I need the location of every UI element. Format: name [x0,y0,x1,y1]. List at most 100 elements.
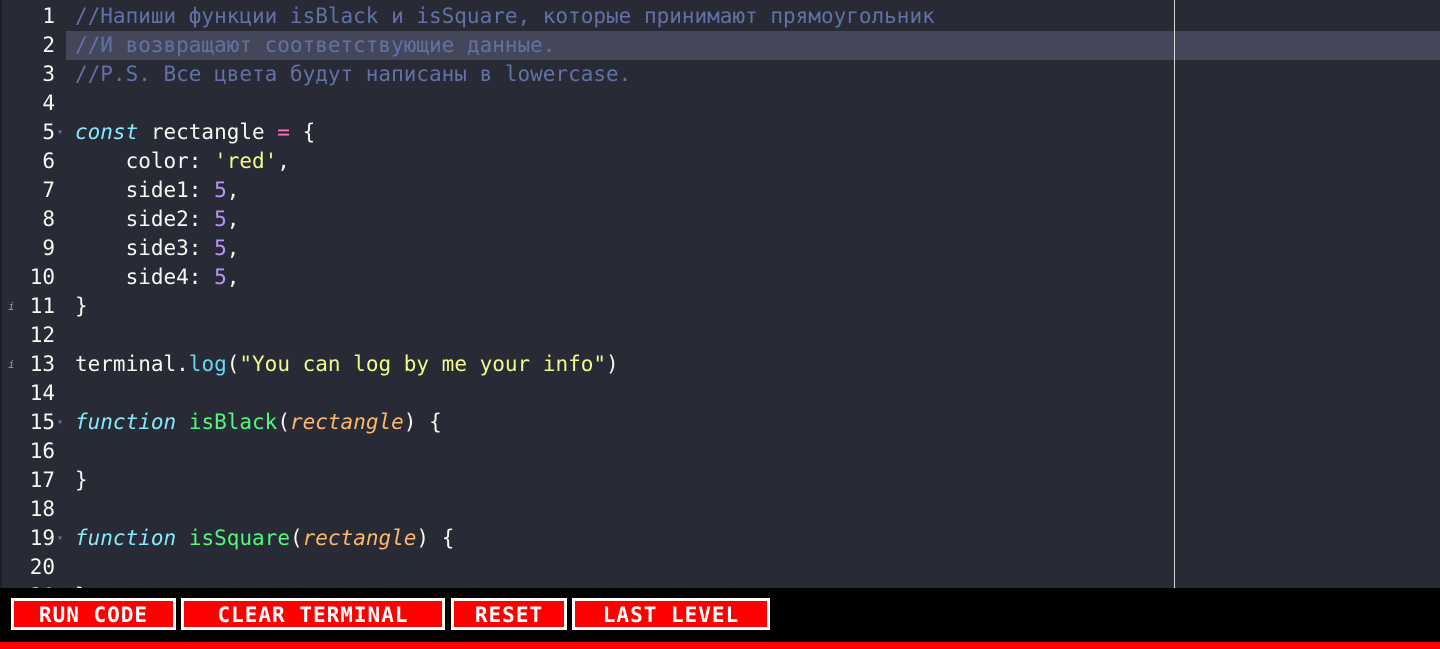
code-line-text[interactable]: terminal.log("You can log by me your inf… [75,350,619,379]
code-line[interactable]: 1 //Напиши функции isBlack и isSquare, ко… [0,2,1440,31]
line-number: 6 [42,149,55,173]
code-token: { [289,120,316,144]
code-token: 'red' [214,149,278,173]
code-line-text[interactable]: //Напиши функции isBlack и isSquare, кот… [75,2,935,31]
code-line[interactable]: i 13 terminal.log("You can log by me your … [0,350,1440,379]
line-number: 9 [42,236,55,260]
code-line[interactable]: 5 ▾ const rectangle = { [0,118,1440,147]
code-line[interactable]: 9 side3: 5, [0,234,1440,263]
code-token: , [226,207,240,231]
code-line[interactable]: 8 side2: 5, [0,205,1440,234]
code-line[interactable]: 4 [0,89,1440,118]
code-line-text[interactable]: color: 'red', [75,147,290,176]
line-number: 7 [42,178,55,202]
line-number: 8 [42,207,55,231]
code-token: ) [606,352,619,376]
code-token: , [277,149,290,173]
code-line[interactable]: i 11} [0,292,1440,321]
code-token: = [277,120,290,144]
code-token: rectangle [138,120,278,144]
code-line-text[interactable]: const rectangle = { [75,118,315,147]
line-number: 10 [29,265,55,289]
line-number: 17 [29,468,55,492]
fold-toggle-icon[interactable]: ▾ [57,524,63,553]
code-line[interactable]: 14 [0,379,1440,408]
code-line-text[interactable]: function isBlack(rectangle) { [75,408,442,437]
reset-button[interactable]: RESET [451,598,567,630]
code-line-text[interactable]: side1: 5, [75,176,240,205]
code-token: log [188,352,227,376]
code-token: //Напиши функции isBlack и isSquare, кот… [75,4,935,28]
fold-toggle-icon[interactable]: ▾ [57,408,63,437]
code-line[interactable]: 10 side4: 5, [0,263,1440,292]
code-token: 5 [214,236,227,260]
code-line[interactable]: 19 ▾ function isSquare(rectangle) { [0,524,1440,553]
code-line[interactable]: 16 [0,437,1440,466]
code-token: side1: [75,178,215,202]
code-line[interactable]: 18 [0,495,1440,524]
line-number: 20 [29,555,55,579]
line-number: 16 [29,439,55,463]
code-token: rectangle [289,410,404,434]
code-token: 5 [214,207,227,231]
terminal-top-border [0,642,1440,649]
code-token: color: [75,149,215,173]
line-number: 2 [42,33,55,57]
code-line[interactable]: 7 side1: 5, [0,176,1440,205]
code-token: const [75,120,139,144]
line-number: 15 [29,410,55,434]
code-token: function [75,526,177,550]
code-token: ( [289,526,303,550]
code-token: isBlack [188,410,278,434]
code-token: side2: [75,207,215,231]
code-line[interactable]: 15 ▾ function isBlack(rectangle) { [0,408,1440,437]
code-token: isSquare [188,526,290,550]
code-token: ( [226,352,240,376]
code-line-text[interactable]: } [75,292,88,321]
line-number: 4 [42,91,55,115]
line-number: 14 [29,381,55,405]
code-line[interactable]: 12 [0,321,1440,350]
code-token: 5 [214,265,227,289]
line-number: 13 [29,352,55,376]
code-token: ) { [416,526,455,550]
code-token: , [226,178,240,202]
code-line[interactable]: 20 [0,553,1440,582]
code-line-text[interactable]: side3: 5, [75,234,240,263]
code-line-text[interactable]: //И возвращают соответствующие данные. [75,31,555,60]
action-toolbar: RUN CODE CLEAR TERMINAL RESET LAST LEVEL [0,588,1440,642]
code-line-text[interactable]: } [75,466,88,495]
code-token: , [226,265,240,289]
code-token: ) { [403,410,442,434]
code-token: rectangle [302,526,417,550]
line-number: 18 [29,497,55,521]
line-number: 11 [29,294,55,318]
code-line-text[interactable]: //P.S. Все цвета будут написаны в lowerc… [75,60,631,89]
code-token: side3: [75,236,215,260]
code-line[interactable]: 3 //P.S. Все цвета будут написаны в lower… [0,60,1440,89]
line-number: 5 [42,120,55,144]
run-code-button[interactable]: RUN CODE [11,598,176,630]
code-token: ( [277,410,290,434]
code-token: side4: [75,265,215,289]
line-number: 12 [29,323,55,347]
code-token: } [75,294,88,318]
code-token: 5 [214,178,227,202]
fold-toggle-icon[interactable]: ▾ [57,118,63,147]
code-editor[interactable]: 1 //Напиши функции isBlack и isSquare, ко… [0,0,1440,588]
code-line[interactable]: 2 //И возвращают соответствующие данные. [0,31,1440,60]
code-line[interactable]: 17} [0,466,1440,495]
code-line[interactable]: 6 color: 'red', [0,147,1440,176]
line-number: 3 [42,62,55,86]
code-token: , [226,236,240,260]
line-number: 1 [42,4,55,28]
code-line-text[interactable]: side2: 5, [75,205,240,234]
clear-terminal-button[interactable]: CLEAR TERMINAL [181,598,445,630]
code-token: //И возвращают соответствующие данные. [75,33,556,57]
code-line-text[interactable]: side4: 5, [75,263,240,292]
code-token: function [75,410,177,434]
code-line-text[interactable]: function isSquare(rectangle) { [75,524,454,553]
last-level-button[interactable]: LAST LEVEL [572,598,770,630]
